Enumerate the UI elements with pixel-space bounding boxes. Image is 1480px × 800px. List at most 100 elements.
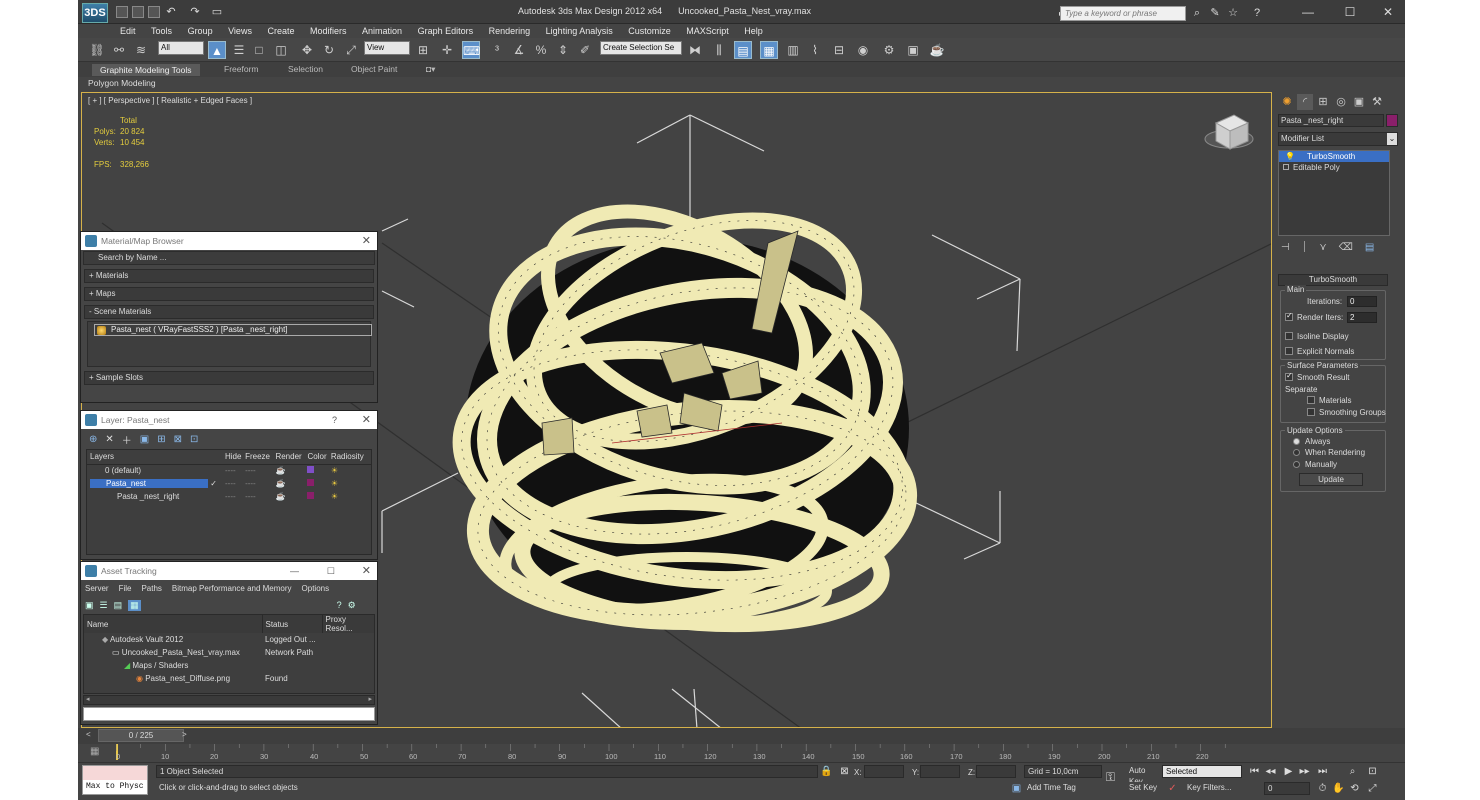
select-manipulate-icon[interactable]: ✛ [438,41,456,59]
key-filters-button[interactable]: Key Filters... [1184,782,1242,795]
zoom-icon[interactable]: ⌕ [1346,765,1359,778]
tab-freeform[interactable]: Freeform [224,64,258,74]
maxscript-listener[interactable]: Max to Physc [82,765,148,795]
explicit-normals-checkbox[interactable] [1285,347,1293,355]
hide-toggle[interactable]: ---- [225,490,245,503]
layer-color-swatch[interactable] [307,479,315,486]
layer-row-active[interactable]: Pasta_nest ✓ ---- ---- ☕ ☀ [87,477,371,490]
show-end-result-icon[interactable]: ⏐ [1302,242,1308,253]
zoom-extents-icon[interactable]: ⊡ [1366,765,1379,778]
refresh-icon[interactable]: ▣ [85,600,94,611]
layer-name[interactable]: 0 (default) [87,464,225,477]
modifier-list-dropdown[interactable]: Modifier List ⌄ [1278,132,1398,146]
absolute-mode-icon[interactable]: ⊠ [838,765,851,778]
select-by-name-icon[interactable]: ☰ [230,41,248,59]
layer-row[interactable]: 0 (default) ---- ---- ☕ ☀ [87,464,371,477]
menu-maxscript[interactable]: MAXScript [686,24,729,38]
material-browser-close-icon[interactable]: ✕ [362,232,371,250]
scene-explorer-icon[interactable]: ▤ [734,41,752,59]
make-unique-icon[interactable]: ⋎ [1319,242,1326,253]
menu-graph-editors[interactable]: Graph Editors [418,24,474,38]
binoculars-icon[interactable]: ⌕ [1190,6,1204,20]
tab-graphite-modeling-tools[interactable]: Graphite Modeling Tools [92,64,200,76]
material-search-input[interactable]: Search by Name ... [83,251,375,265]
asset-settings-icon[interactable]: ⚙ [348,600,356,611]
key-filters-curve-icon[interactable]: ✓ [1166,782,1179,795]
maps-rollout[interactable]: + Maps [84,287,374,301]
asset-menu-options[interactable]: Options [302,584,330,593]
set-key-button[interactable]: Set Key [1126,782,1160,795]
ribbon-options-icon[interactable]: ◘▾ [426,64,435,75]
new-file-icon[interactable] [116,6,128,18]
radiosity-sun-icon[interactable]: ☀ [331,490,371,503]
display-tab-icon[interactable]: ▣ [1351,94,1367,110]
name-column-header[interactable]: Name [84,615,263,633]
highlight-layer-icon[interactable]: ⊞ [157,434,165,445]
asset-name[interactable]: ◢ Maps / Shaders [84,659,262,672]
layer-help-icon[interactable]: ? [332,411,337,429]
selection-filter-dropdown[interactable]: All [158,41,204,55]
render-production-icon[interactable]: ☕ [928,41,946,59]
proxy-column-header[interactable]: Proxy Resol... [322,615,374,633]
redo-icon[interactable]: ↷ [188,5,202,19]
graphite-toggle-icon[interactable]: ▥ [784,41,802,59]
asset-path-field[interactable] [83,707,375,721]
current-frame-field[interactable]: 0 [1264,782,1310,795]
current-layer-check-icon[interactable]: ✓ [210,479,217,488]
asset-menu-file[interactable]: File [119,584,132,593]
menu-animation[interactable]: Animation [362,24,402,38]
mirror-icon[interactable]: ⧓ [686,41,704,59]
layer-manager-icon[interactable]: ▦ [760,41,778,59]
pin-stack-icon[interactable]: ⊣ [1281,242,1290,253]
menu-customize[interactable]: Customize [628,24,671,38]
asset-menu-bitmap[interactable]: Bitmap Performance and Memory [172,584,292,593]
asset-menu-paths[interactable]: Paths [141,584,161,593]
unlink-icon[interactable]: ⚯ [110,41,128,59]
close-icon[interactable]: ✕ [1374,4,1402,20]
layer-panel-close-icon[interactable]: ✕ [362,411,371,429]
time-tag-icon[interactable]: ▣ [1010,782,1023,795]
project-folder-icon[interactable]: ▭ [210,5,224,19]
freeze-toggle[interactable]: ---- [245,490,275,503]
layers-column-header[interactable]: Layers [87,450,225,464]
tab-object-paint[interactable]: Object Paint [351,64,397,74]
object-color-swatch[interactable] [1386,114,1398,127]
asset-name[interactable]: ▭ Uncooked_Pasta_Nest_vray.max [84,646,262,659]
time-slider-prev-icon[interactable]: < [86,730,91,739]
freeze-all-layers-icon[interactable]: ⊡ [190,434,198,445]
maxscript-line[interactable]: Max to Physc [83,780,147,794]
tree-view-icon[interactable]: ▦ [128,599,141,611]
pan-icon[interactable]: ✋ [1332,782,1345,795]
add-to-layer-icon[interactable]: ＋ [122,432,132,447]
when-rendering-radio[interactable] [1293,449,1300,456]
motion-tab-icon[interactable]: ◎ [1333,94,1349,110]
window-crossing-icon[interactable]: ◫ [272,41,290,59]
rendered-frame-window-icon[interactable]: ▣ [904,41,922,59]
key-selection-dropdown[interactable]: Selected [1162,765,1242,778]
align-icon[interactable]: ⫼ [710,41,728,59]
freeze-toggle[interactable]: ---- [245,464,275,477]
bulb-icon[interactable]: 💡 [1285,151,1295,162]
layer-color-swatch[interactable] [307,492,315,499]
always-radio[interactable] [1293,438,1300,445]
polygon-modeling-panel[interactable]: Polygon Modeling [88,78,156,88]
set-key-mode-icon[interactable]: ⚿ [1104,771,1117,784]
goto-start-icon[interactable]: ⏮ [1248,765,1261,778]
bind-space-warp-icon[interactable]: ≋ [132,41,150,59]
curve-editor-icon[interactable]: ⌇ [806,41,824,59]
asset-menu-server[interactable]: Server [85,584,109,593]
stack-item-turbosmooth[interactable]: 💡 TurboSmooth [1279,151,1389,162]
asset-row[interactable]: ◉ Pasta_nest_Diffuse.png Found [84,672,374,685]
time-config-icon[interactable]: ⏱ [1316,782,1329,795]
asset-name[interactable]: ◉ Pasta_nest_Diffuse.png [84,672,262,685]
material-browser-titlebar[interactable]: Material/Map Browser ✕ [81,232,377,250]
reference-coordinate-dropdown[interactable]: View [364,41,410,55]
sample-slots-rollout[interactable]: + Sample Slots [84,371,374,385]
stack-item-editable-poly[interactable]: Editable Poly [1279,162,1389,173]
asset-help-icon[interactable]: ? [337,600,342,610]
angle-snap-icon[interactable]: ∡ [510,41,528,59]
delete-layer-icon[interactable]: ✕ [105,434,113,445]
status-column-header[interactable]: Status [262,615,323,633]
help-icon[interactable]: ? [1250,6,1264,20]
radiosity-column-header[interactable]: Radiosity [331,450,371,464]
